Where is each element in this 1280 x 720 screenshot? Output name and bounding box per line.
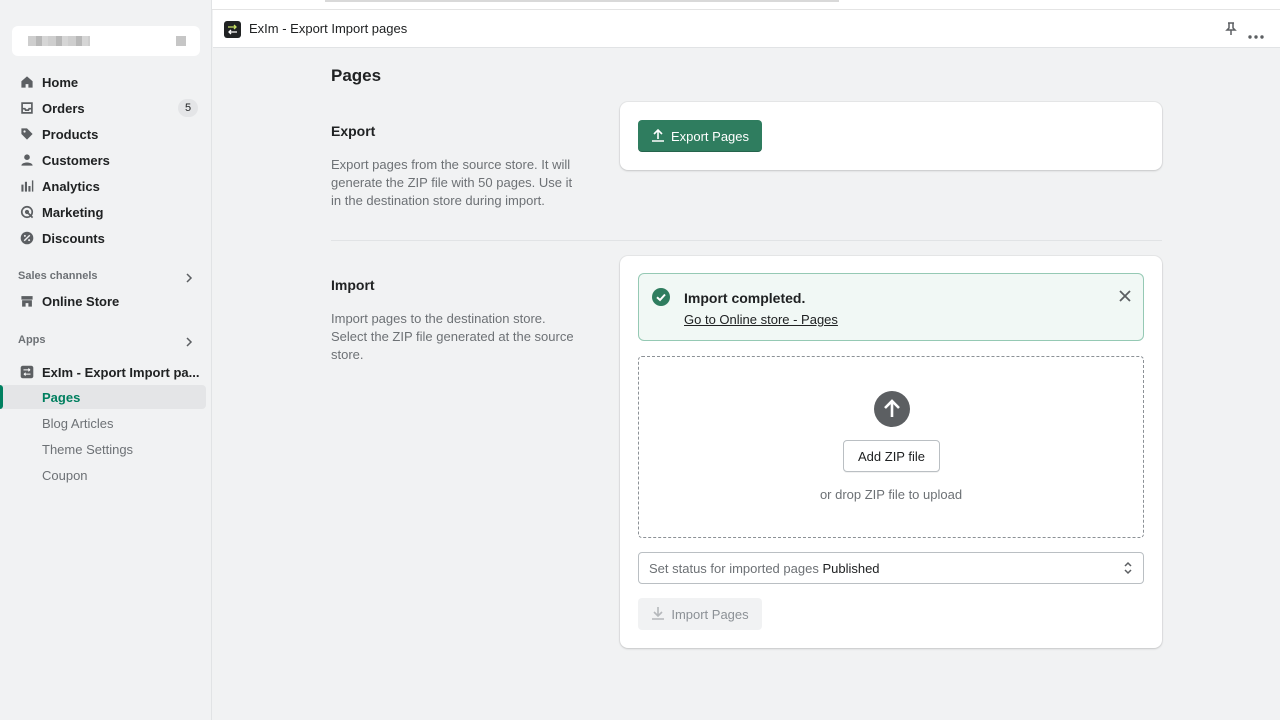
zip-dropzone[interactable]: Add ZIP file or drop ZIP file to upload (638, 356, 1144, 538)
import-section-description: Import pages to the destination store. S… (331, 311, 574, 362)
download-icon (651, 606, 665, 623)
import-pages-button-label: Import Pages (671, 606, 749, 622)
nav-app-exim-label: ExIm - Export Import pa... (42, 364, 200, 380)
app-logo-icon (224, 21, 241, 38)
status-select-prefix: Set status for imported pages Published (649, 561, 880, 576)
success-check-icon (652, 288, 670, 309)
subnav-pages[interactable]: Pages (0, 385, 206, 409)
discount-icon (19, 230, 35, 246)
export-pages-button[interactable]: Export Pages (638, 120, 762, 152)
nav-analytics-label: Analytics (42, 178, 100, 194)
export-pages-button-label: Export Pages (670, 128, 750, 144)
nav-marketing-label: Marketing (42, 204, 104, 220)
upload-arrow-icon (874, 391, 910, 427)
subnav-coupon[interactable]: Coupon (0, 463, 206, 487)
subnav-theme-settings-label: Theme Settings (42, 442, 134, 457)
nav-customers-label: Customers (42, 152, 110, 168)
orders-count-badge: 5 (178, 99, 198, 117)
nav-orders-label: Orders (42, 100, 85, 116)
store-name-blurred (28, 36, 90, 46)
sales-channels-heading: Sales channels (18, 270, 98, 282)
nav-discounts-label: Discounts (42, 230, 105, 246)
apps-chevron-icon[interactable] (184, 335, 194, 347)
drop-hint-text: or drop ZIP file to upload (819, 487, 963, 502)
import-section-title: Import (331, 277, 375, 293)
store-icon (19, 293, 35, 309)
browser-tab-indicator (325, 0, 839, 2)
nav-orders[interactable]: Orders 5 (0, 96, 206, 120)
store-avatar-blurred (176, 36, 186, 46)
sidebar: Home Orders 5 Products Customers Analyti… (0, 0, 212, 720)
apps-heading: Apps (18, 334, 46, 346)
upload-icon (651, 128, 665, 145)
person-icon (19, 152, 35, 168)
add-zip-file-button[interactable]: Add ZIP file (843, 440, 940, 472)
nav-online-store-label: Online Store (42, 293, 120, 309)
export-section-description: Export pages from the source store. It w… (331, 157, 573, 208)
import-success-banner: Import completed. Go to Online store - P… (638, 273, 1144, 341)
nav-marketing[interactable]: Marketing (0, 200, 206, 224)
orders-icon (19, 100, 35, 116)
status-select-value: Published (822, 561, 880, 576)
status-select-prefix-label: Set status for imported pages (649, 561, 819, 576)
target-icon (19, 204, 35, 220)
nav-discounts[interactable]: Discounts (0, 226, 206, 250)
store-switcher[interactable] (12, 26, 200, 56)
pin-icon[interactable] (1225, 22, 1237, 39)
nav-home[interactable]: Home (0, 70, 206, 94)
section-divider (331, 240, 1162, 241)
active-indicator (0, 385, 3, 409)
bar-chart-icon (19, 178, 35, 194)
subnav-blog-articles[interactable]: Blog Articles (0, 411, 206, 435)
nav-products[interactable]: Products (0, 122, 206, 146)
select-arrows-icon (1123, 561, 1133, 578)
app-exim-icon (19, 364, 35, 380)
subnav-coupon-label: Coupon (42, 468, 88, 483)
nav-home-label: Home (42, 74, 79, 90)
banner-title: Import completed. (684, 290, 806, 306)
nav-analytics[interactable]: Analytics (0, 174, 206, 198)
more-actions-icon[interactable] (1248, 27, 1264, 42)
page-title: Pages (331, 66, 382, 85)
export-section-title: Export (331, 123, 376, 139)
nav-products-label: Products (42, 126, 99, 142)
banner-online-store-link[interactable]: Go to Online store - Pages (684, 312, 838, 327)
subnav-blog-articles-label: Blog Articles (42, 416, 114, 431)
banner-close-icon[interactable] (1119, 290, 1131, 305)
nav-app-exim[interactable]: ExIm - Export Import pa... (0, 360, 206, 384)
import-pages-button[interactable]: Import Pages (638, 598, 762, 630)
tag-icon (19, 126, 35, 142)
subnav-pages-label: Pages (42, 390, 81, 405)
home-icon (19, 74, 35, 90)
publish-status-select[interactable]: Set status for imported pages Published (638, 552, 1144, 584)
nav-online-store[interactable]: Online Store (0, 289, 206, 313)
sales-channels-chevron-icon[interactable] (184, 271, 194, 283)
nav-customers[interactable]: Customers (0, 148, 206, 172)
app-topbar: ExIm - Export Import pages (213, 10, 1280, 48)
app-title: ExIm - Export Import pages (249, 21, 408, 36)
subnav-theme-settings[interactable]: Theme Settings (0, 437, 206, 461)
